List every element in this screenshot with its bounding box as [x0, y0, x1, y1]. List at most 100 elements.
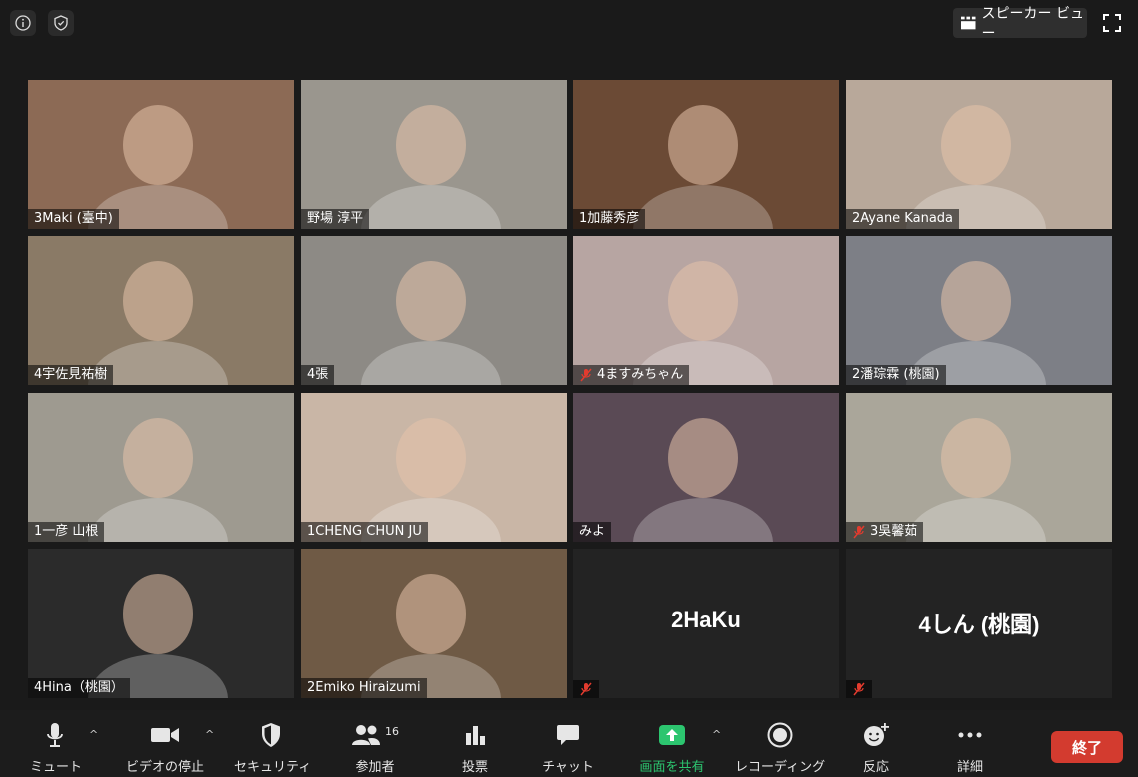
muted-microphone-icon — [852, 525, 866, 539]
participant-tile[interactable]: 1CHENG CHUN JU — [301, 393, 567, 542]
poll-chart-icon — [450, 720, 500, 750]
participant-tile[interactable]: 2HaKu — [573, 549, 839, 698]
participant-name: 4ますみちゃん — [597, 367, 684, 382]
participant-name-label: 3吳馨茹 — [846, 522, 924, 542]
participant-tile[interactable]: 4しん (桃園) — [846, 549, 1112, 698]
encryption-shield-icon[interactable] — [48, 10, 74, 36]
participant-tile[interactable]: 4Hina（桃園） — [28, 549, 294, 698]
participant-silhouette — [668, 105, 738, 185]
stop-video-label: ビデオの停止 — [125, 760, 204, 775]
participant-name: みよ — [579, 524, 606, 539]
participants-button[interactable]: 16 参加者 — [340, 720, 410, 775]
participant-tile[interactable]: 2潘琮霖 (桃園) — [846, 236, 1112, 385]
participant-name-label: 4張 — [301, 365, 335, 385]
share-options-caret-icon[interactable]: ^ — [712, 728, 721, 741]
chat-bubble-icon — [540, 720, 596, 750]
video-grid: 3Maki (臺中) 野場 淳平 1加藤秀彦 2Ayane Kanada 4宇佐見祐樹 4… — [28, 80, 1112, 698]
participant-name: 4Hina（桃園） — [34, 680, 124, 695]
participant-silhouette — [123, 105, 193, 185]
top-bar: スピーカー ビュー — [0, 0, 1138, 70]
participant-tile[interactable]: 4張 — [301, 236, 567, 385]
participant-name-label: 3Maki (臺中) — [28, 209, 119, 229]
participant-name: 2Ayane Kanada — [852, 211, 953, 226]
mute-button[interactable]: ミュート — [30, 720, 82, 775]
participants-icon: 16 — [340, 720, 410, 750]
participant-name: 2潘琮霖 (桃園) — [852, 367, 940, 382]
participant-silhouette — [396, 574, 466, 654]
end-meeting-button[interactable]: 終了 — [1051, 731, 1123, 763]
participant-tile[interactable]: 1一彦 山根 — [28, 393, 294, 542]
info-icon[interactable] — [10, 10, 36, 36]
participant-silhouette — [396, 418, 466, 498]
security-label: セキュリティ — [234, 760, 312, 775]
participant-name-label: みよ — [573, 522, 612, 542]
participant-name: 3Maki (臺中) — [34, 211, 113, 226]
participant-tile[interactable]: 2Ayane Kanada — [846, 80, 1112, 229]
participant-name: 4張 — [307, 367, 329, 382]
more-dots-icon — [948, 720, 992, 750]
participant-silhouette — [123, 418, 193, 498]
grid-view-icon — [961, 16, 976, 30]
participant-name: 1CHENG CHUN JU — [307, 524, 422, 539]
record-icon — [735, 720, 825, 750]
participants-count: 16 — [385, 724, 399, 738]
participant-name-label: 4宇佐見祐樹 — [28, 365, 114, 385]
share-screen-button[interactable]: 画面を共有 — [632, 720, 712, 775]
participant-silhouette — [123, 261, 193, 341]
participant-name-label — [846, 680, 872, 698]
participant-display-name: 2HaKu — [671, 607, 741, 632]
participant-name-label: 1CHENG CHUN JU — [301, 522, 428, 542]
participant-tile[interactable]: 4宇佐見祐樹 — [28, 236, 294, 385]
participant-name-label: 野場 淳平 — [301, 209, 370, 229]
fullscreen-icon[interactable] — [1101, 12, 1123, 34]
stop-video-button[interactable]: ビデオの停止 — [120, 720, 210, 775]
poll-button[interactable]: 投票 — [450, 720, 500, 775]
muted-microphone-icon — [579, 368, 593, 382]
participant-silhouette — [396, 105, 466, 185]
chat-button[interactable]: チャット — [540, 720, 596, 775]
participant-name-label: 2Emiko Hiraizumi — [301, 678, 427, 698]
participant-name-label: 1加藤秀彦 — [573, 209, 646, 229]
participant-display-name: 4しん (桃園) — [918, 612, 1040, 637]
more-label: 詳細 — [956, 760, 983, 775]
poll-label: 投票 — [461, 760, 488, 775]
speaker-view-label: スピーカー ビュー — [981, 6, 1084, 42]
video-options-caret-icon[interactable]: ^ — [205, 728, 214, 741]
participant-tile[interactable]: 4ますみちゃん — [573, 236, 839, 385]
participant-name: 1一彦 山根 — [34, 524, 99, 539]
participant-name-label — [573, 680, 599, 698]
participant-tile[interactable]: 野場 淳平 — [301, 80, 567, 229]
record-button[interactable]: レコーディング — [735, 720, 825, 775]
participant-name: 3吳馨茹 — [870, 524, 918, 539]
participant-tile[interactable]: 2Emiko Hiraizumi — [301, 549, 567, 698]
share-screen-icon — [632, 720, 712, 750]
security-shield-icon — [234, 720, 308, 750]
muted-microphone-icon — [579, 682, 593, 696]
reactions-label: 反応 — [862, 760, 889, 775]
reactions-button[interactable]: 反応 — [855, 720, 897, 775]
participant-name-label: 1一彦 山根 — [28, 522, 105, 542]
more-button[interactable]: 詳細 — [948, 720, 992, 775]
participant-tile[interactable]: 1加藤秀彦 — [573, 80, 839, 229]
emoji-add-icon — [855, 720, 897, 750]
participant-silhouette — [668, 261, 738, 341]
participant-tile[interactable]: 3吳馨茹 — [846, 393, 1112, 542]
participant-name-label: 4Hina（桃園） — [28, 678, 130, 698]
meeting-toolbar: ミュート ^ ビデオの停止 ^ セキュリティ 16 参加者 投票 チャット 画面… — [0, 710, 1138, 777]
record-label: レコーディング — [735, 760, 826, 775]
participant-tile[interactable]: みよ — [573, 393, 839, 542]
security-button[interactable]: セキュリティ — [234, 720, 312, 775]
participant-name-label: 4ますみちゃん — [573, 365, 690, 385]
participant-name: 野場 淳平 — [307, 211, 364, 226]
participant-tile[interactable]: 3Maki (臺中) — [28, 80, 294, 229]
video-camera-icon — [120, 720, 210, 750]
participant-name: 4宇佐見祐樹 — [34, 367, 108, 382]
participant-name-label: 2潘琮霖 (桃園) — [846, 365, 946, 385]
speaker-view-button[interactable]: スピーカー ビュー — [953, 6, 1087, 42]
participant-silhouette — [941, 418, 1011, 498]
audio-options-caret-icon[interactable]: ^ — [89, 728, 98, 741]
participants-label: 参加者 — [355, 760, 395, 775]
microphone-icon — [30, 720, 80, 750]
participant-silhouette — [941, 105, 1011, 185]
participant-name: 2Emiko Hiraizumi — [307, 680, 421, 695]
